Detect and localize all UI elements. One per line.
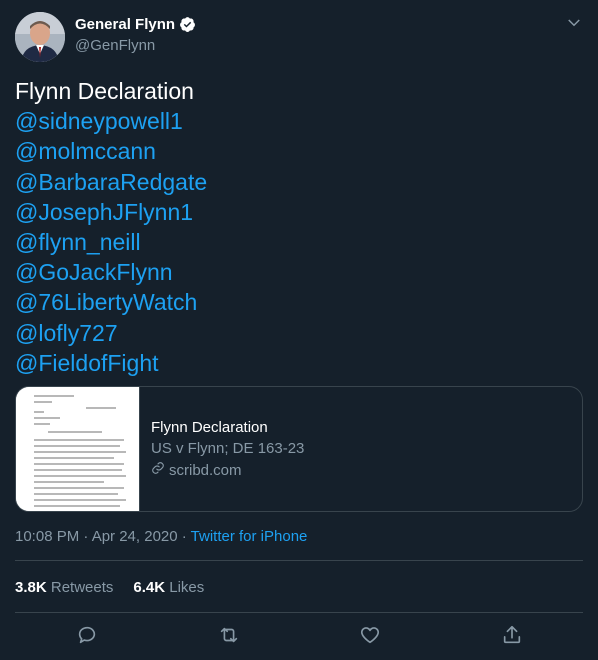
avatar[interactable]: [15, 12, 65, 62]
mention-link[interactable]: @FieldofFight: [15, 348, 583, 378]
mention-link[interactable]: @molmccann: [15, 136, 583, 166]
tweet-source-link[interactable]: Twitter for iPhone: [191, 528, 308, 545]
retweets-stat[interactable]: 3.8K Retweets: [15, 579, 113, 596]
retweets-count: 3.8K: [15, 579, 47, 596]
tweet-header: General Flynn @GenFlynn: [15, 12, 585, 64]
card-site: scribd.com: [151, 461, 304, 479]
like-icon[interactable]: [359, 624, 383, 648]
link-icon: [151, 461, 169, 479]
author-display-name[interactable]: General Flynn: [75, 16, 175, 33]
mention-link[interactable]: @flynn_neill: [15, 227, 583, 257]
link-card[interactable]: Flynn Declaration US v Flynn; DE 163-23 …: [15, 386, 583, 512]
engagement-stats: 3.8K Retweets 6.4K Likes: [15, 579, 224, 596]
document-thumbnail: [16, 387, 140, 511]
retweets-label: Retweets: [50, 579, 114, 596]
card-title: Flynn Declaration: [151, 419, 268, 436]
author-handle[interactable]: @GenFlynn: [75, 37, 196, 54]
mention-link[interactable]: @BarbaraRedgate: [15, 167, 583, 197]
tweet-timestamp[interactable]: 10:08 PM · Apr 24, 2020 ·: [15, 528, 191, 545]
verified-badge-icon: [179, 16, 196, 33]
likes-label: Likes: [169, 579, 205, 596]
divider: [15, 560, 583, 561]
mention-link[interactable]: @lofly727: [15, 318, 583, 348]
retweet-icon[interactable]: [218, 624, 242, 648]
likes-stat[interactable]: 6.4K Likes: [133, 579, 204, 596]
tweet-meta: 10:08 PM · Apr 24, 2020 · Twitter for iP…: [15, 528, 307, 545]
chevron-down-icon[interactable]: [565, 14, 583, 32]
mention-link[interactable]: @76LibertyWatch: [15, 287, 583, 317]
author-display-name-row[interactable]: General Flynn: [75, 16, 196, 33]
reply-icon[interactable]: [76, 624, 100, 648]
card-site-text: scribd.com: [169, 461, 242, 479]
mention-link[interactable]: @GoJackFlynn: [15, 257, 583, 287]
card-description: US v Flynn; DE 163-23: [151, 440, 305, 457]
action-bar: [0, 624, 598, 650]
tweet-title: Flynn Declaration: [15, 78, 194, 104]
mention-link[interactable]: @sidneypowell1: [15, 106, 583, 136]
likes-count: 6.4K: [133, 579, 166, 596]
share-icon[interactable]: [501, 624, 525, 648]
mention-link[interactable]: @JosephJFlynn1: [15, 197, 583, 227]
tweet-text: Flynn Declaration @sidneypowell1 @molmcc…: [15, 76, 583, 378]
divider: [15, 612, 583, 613]
